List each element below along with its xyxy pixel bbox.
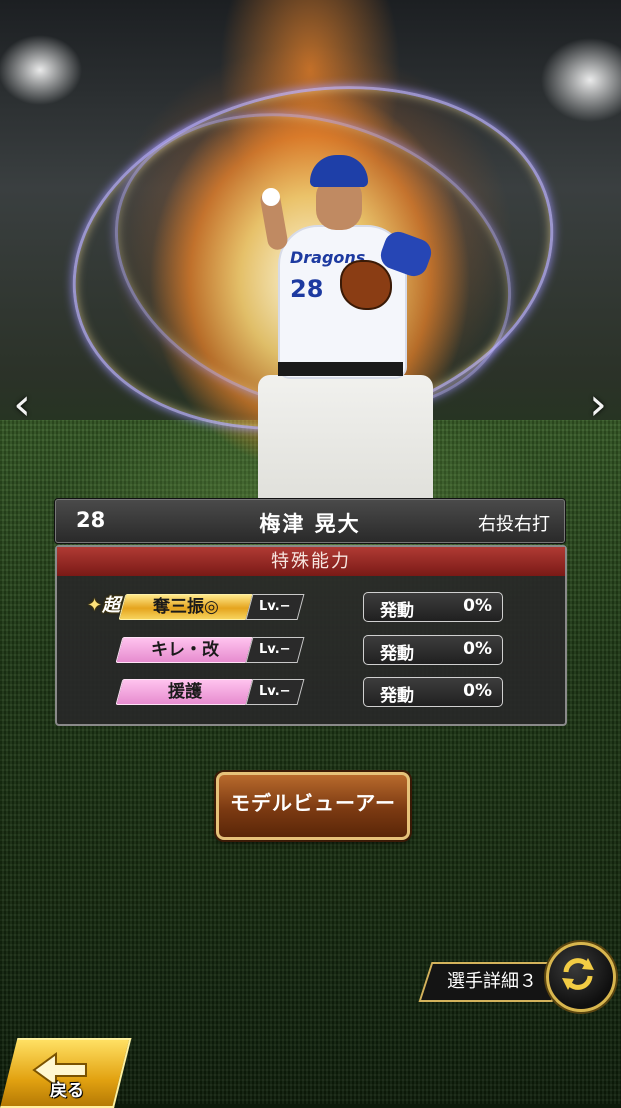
player-detail-label: 選手詳細３ — [447, 971, 537, 992]
ability-row[interactable]: キレ・改 Lv.− 発動 0% — [57, 635, 565, 665]
ability-level: Lv.− — [245, 594, 305, 620]
panel-title: 特殊能力 — [57, 547, 565, 576]
prev-player-arrow-icon[interactable]: ‹ — [2, 375, 42, 435]
trigger-value: 0% — [463, 639, 492, 659]
ability-row[interactable]: ✦超 奪三振◎ Lv.− 発動 0% — [57, 592, 565, 622]
ability-name: 援護 — [115, 679, 254, 705]
trigger-label: 発動 — [380, 686, 414, 706]
player-detail-button[interactable]: 選手詳細３ — [418, 962, 566, 1002]
swap-icon[interactable] — [546, 942, 616, 1012]
trigger-rate-box: 発動 0% — [363, 592, 503, 622]
player-figure: Dragons 28 — [210, 150, 440, 550]
ability-level: Lv.− — [245, 679, 305, 705]
player-handedness: 右投右打 — [478, 514, 550, 535]
model-viewer-button[interactable]: モデルビューアー — [216, 772, 410, 840]
ability-level: Lv.− — [245, 637, 305, 663]
player-info-bar: 28 梅津 晃大 右投右打 — [55, 499, 565, 543]
player-belt — [278, 362, 403, 376]
special-abilities-panel: 特殊能力 ✦超 奪三振◎ Lv.− 発動 0% キレ・改 Lv.− 発動 0% … — [55, 545, 567, 726]
ability-name: キレ・改 — [115, 637, 254, 663]
super-ability-mark: ✦超 — [87, 595, 121, 616]
trigger-value: 0% — [463, 681, 492, 701]
trigger-rate-box: 発動 0% — [363, 635, 503, 665]
next-player-arrow-icon[interactable]: › — [578, 375, 618, 435]
baseball-icon — [262, 188, 280, 206]
jersey-number: 28 — [290, 275, 324, 303]
player-cap — [310, 155, 368, 187]
trigger-value: 0% — [463, 596, 492, 616]
ability-row[interactable]: 援護 Lv.− 発動 0% — [57, 677, 565, 707]
trigger-rate-box: 発動 0% — [363, 677, 503, 707]
ability-name: 奪三振◎ — [118, 594, 254, 620]
trigger-label: 発動 — [380, 601, 414, 621]
back-label: 戻る — [50, 1081, 84, 1101]
sparkle-icon: ✦ — [87, 595, 103, 616]
trigger-label: 発動 — [380, 644, 414, 664]
glove-icon — [340, 260, 392, 310]
